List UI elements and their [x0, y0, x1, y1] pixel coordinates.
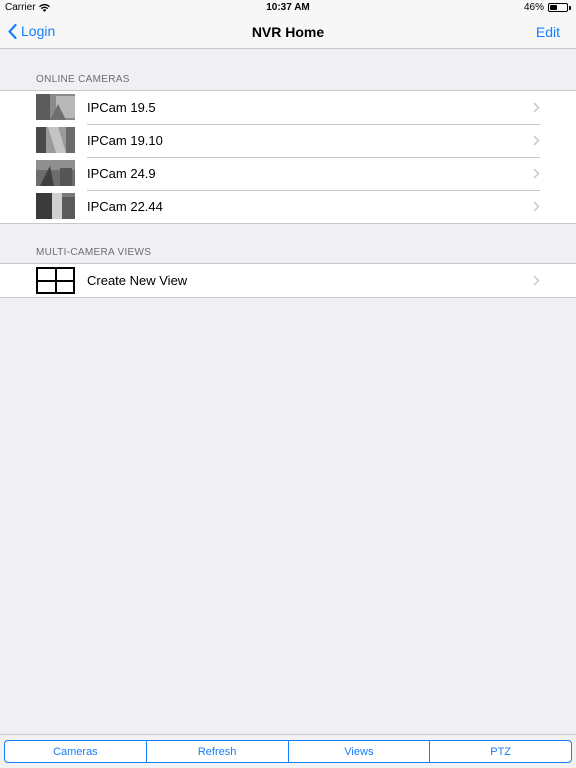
status-bar: Carrier 10:37 AM 46% — [0, 0, 576, 16]
segmented-control: Cameras Refresh Views PTZ — [4, 740, 572, 763]
page-title: NVR Home — [251, 24, 325, 40]
battery-area: 46% — [524, 2, 571, 13]
battery-fill — [550, 5, 557, 10]
chevron-right-icon — [533, 102, 540, 113]
chevron-right-icon — [533, 168, 540, 179]
camera-thumbnail — [36, 193, 75, 219]
camera-row-4[interactable]: IPCam 22.44 — [0, 190, 576, 223]
segment-cameras[interactable]: Cameras — [5, 741, 146, 762]
segment-refresh[interactable]: Refresh — [145, 741, 288, 762]
multi-camera-views-header: MULTI-CAMERA VIEWS — [36, 247, 152, 258]
camera-label: IPCam 22.44 — [87, 199, 163, 214]
chevron-right-icon — [533, 135, 540, 146]
battery-icon — [548, 3, 568, 12]
multi-camera-views-list: Create New View — [0, 263, 576, 298]
bottom-toolbar: Cameras Refresh Views PTZ — [0, 734, 576, 768]
battery-percent: 46% — [523, 2, 544, 13]
camera-thumbnail — [36, 94, 75, 120]
chevron-right-icon — [533, 275, 540, 286]
navigation-bar: Login NVR Home Edit — [0, 16, 576, 49]
grid-view-icon — [36, 267, 75, 294]
camera-thumbnail — [36, 127, 75, 153]
camera-label: IPCam 19.5 — [87, 100, 156, 115]
create-new-view-label: Create New View — [87, 273, 188, 288]
chevron-right-icon — [533, 201, 540, 212]
camera-label: IPCam 19.10 — [87, 133, 163, 148]
online-cameras-header: ONLINE CAMERAS — [36, 74, 130, 85]
segment-ptz[interactable]: PTZ — [429, 741, 571, 762]
camera-row-1[interactable]: IPCam 19.5 — [0, 91, 576, 124]
camera-label: IPCam 24.9 — [87, 166, 156, 181]
status-time: 10:37 AM — [266, 2, 310, 13]
camera-row-2[interactable]: IPCam 19.10 — [0, 124, 576, 157]
camera-row-3[interactable]: IPCam 24.9 — [0, 157, 576, 190]
segment-views[interactable]: Views — [287, 741, 430, 762]
edit-button[interactable]: Edit — [536, 24, 560, 40]
create-new-view-row[interactable]: Create New View — [0, 264, 576, 297]
online-cameras-list: IPCam 19.5 IPCam 19.10 IPCam 24.9 IPCam … — [0, 90, 576, 224]
camera-thumbnail — [36, 160, 75, 186]
battery-tip — [569, 5, 571, 10]
